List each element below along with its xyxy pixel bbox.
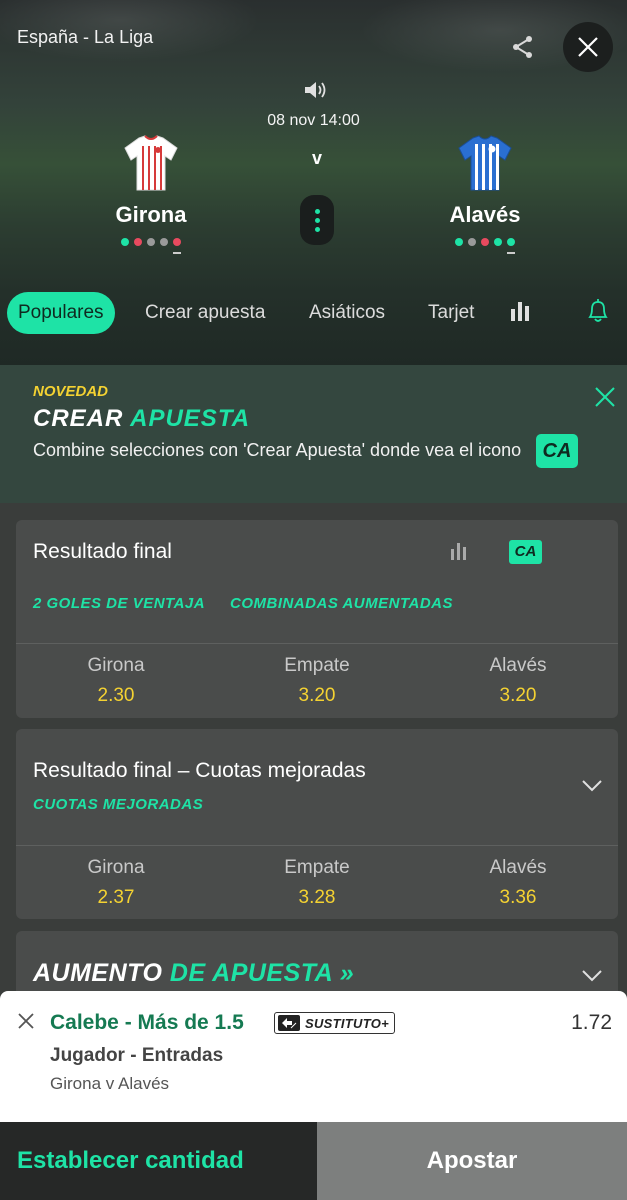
promo-tag: NOVEDAD xyxy=(33,383,109,400)
selection-draw[interactable]: Empate 3.28 xyxy=(217,857,417,909)
home-kit-icon xyxy=(124,135,178,191)
substitute-label: SUSTITUTO+ xyxy=(305,1015,390,1031)
promo-title-part: CREAR xyxy=(33,405,124,432)
selection-home[interactable]: Girona 2.30 xyxy=(16,655,216,707)
tab-populares[interactable]: Populares xyxy=(7,292,115,334)
away-form xyxy=(395,238,575,246)
selection-odds: 3.20 xyxy=(298,685,336,706)
away-team-name: Alavés xyxy=(449,202,521,227)
home-team[interactable]: Girona xyxy=(61,134,241,254)
stats-icon[interactable] xyxy=(510,300,532,322)
selection-draw[interactable]: Empate 3.20 xyxy=(217,655,417,707)
boost-title: AUMENTO DE APUESTA » xyxy=(33,959,354,988)
promo-title: CREAR APUESTA xyxy=(33,405,250,433)
substitute-badge: SUSTITUTO+ xyxy=(274,1012,396,1034)
divider xyxy=(16,845,618,846)
selection-name: Alavés xyxy=(489,655,547,676)
away-kit-icon xyxy=(458,135,512,191)
ca-badge: CA xyxy=(509,540,542,564)
betslip-market: Jugador - Entradas xyxy=(50,1045,224,1066)
close-button[interactable] xyxy=(563,22,613,72)
promo-close-icon[interactable] xyxy=(594,386,616,408)
match-page: España - La Liga 08 nov 14:00 v Girona A… xyxy=(0,0,627,1200)
form-dot xyxy=(134,238,142,246)
tab-tarjetas[interactable]: Tarjet xyxy=(428,292,474,334)
divider xyxy=(16,643,618,644)
form-dot xyxy=(468,238,476,246)
share-icon[interactable] xyxy=(510,34,536,60)
ca-badge: CA xyxy=(536,434,578,468)
form-dot xyxy=(160,238,168,246)
stats-icon[interactable] xyxy=(451,542,469,560)
selection-away[interactable]: Alavés 3.20 xyxy=(418,655,618,707)
away-team[interactable]: Alavés xyxy=(395,134,575,254)
boost-title-part: AUMENTO xyxy=(33,959,163,987)
speaker-icon[interactable] xyxy=(302,78,328,102)
double-chevron-icon: » xyxy=(339,959,355,987)
market-title: Resultado final xyxy=(33,540,172,563)
promo-text: Combine selecciones con 'Crear Apuesta' … xyxy=(33,440,522,460)
selection-odds: 2.30 xyxy=(97,685,135,706)
tab-asiaticos[interactable]: Asiáticos xyxy=(309,292,385,334)
betslip-panel: Calebe - Más de 1.5 SUSTITUTO+ 1.72 Juga… xyxy=(0,991,627,1122)
boost-title-highlight: DE APUESTA xyxy=(169,959,333,987)
selection-odds: 3.20 xyxy=(499,685,537,706)
selection-name: Girona xyxy=(87,857,145,878)
dot xyxy=(314,208,320,214)
form-dot xyxy=(481,238,489,246)
dot xyxy=(314,226,320,232)
market-title: Resultado final – Cuotas mejoradas xyxy=(33,759,366,782)
promo-banner: NOVEDAD CREAR APUESTA Combine seleccione… xyxy=(0,365,627,503)
form-dot xyxy=(494,238,502,246)
betslip-odds: 1.72 xyxy=(571,1011,612,1034)
selection-away[interactable]: Alavés 3.36 xyxy=(418,857,618,909)
selection-odds: 2.37 xyxy=(97,887,135,908)
form-dot xyxy=(147,238,155,246)
selection-home[interactable]: Girona 2.37 xyxy=(16,857,216,909)
market-tag[interactable]: COMBINADAS AUMENTADAS xyxy=(230,595,453,612)
set-stake-button[interactable]: Establecer cantidad xyxy=(0,1122,317,1200)
remove-selection-icon[interactable] xyxy=(17,1012,35,1030)
market-card-enhanced-odds: Resultado final – Cuotas mejoradas CUOTA… xyxy=(16,729,618,919)
swap-icon xyxy=(278,1015,300,1031)
market-tag[interactable]: 2 GOLES DE VENTAJA xyxy=(33,595,205,612)
tab-crear-apuesta[interactable]: Crear apuesta xyxy=(145,292,265,334)
form-dot xyxy=(173,238,181,246)
match-header: España - La Liga 08 nov 14:00 v Girona A… xyxy=(0,0,627,365)
home-form xyxy=(61,238,241,246)
selection-name: Alavés xyxy=(489,857,547,878)
chevron-down-icon[interactable] xyxy=(581,969,603,983)
chevron-down-icon[interactable] xyxy=(581,779,603,793)
place-bet-button[interactable]: Apostar xyxy=(317,1122,627,1200)
promo-title-highlight: APUESTA xyxy=(130,405,251,432)
betslip-footer: Establecer cantidad Apostar xyxy=(0,1122,627,1200)
form-dot xyxy=(121,238,129,246)
selection-odds: 3.28 xyxy=(298,887,336,908)
market-tabs: Populares Crear apuesta Asiáticos Tarjet xyxy=(0,290,627,336)
form-indicator xyxy=(507,252,515,254)
selection-name: Girona xyxy=(87,655,145,676)
betslip-event: Girona v Alavés xyxy=(50,1074,170,1093)
form-indicator xyxy=(173,252,181,254)
market-tag[interactable]: CUOTAS MEJORADAS xyxy=(33,796,203,813)
selection-name: Empate xyxy=(284,655,350,676)
close-icon xyxy=(578,37,598,57)
match-datetime: 08 nov 14:00 xyxy=(267,112,360,129)
selection-odds: 3.36 xyxy=(499,887,537,908)
market-card-final-result: Resultado final CA 2 GOLES DE VENTAJA CO… xyxy=(16,520,618,718)
selection-name: Empate xyxy=(284,857,350,878)
betslip-selection: Calebe - Más de 1.5 xyxy=(50,1011,244,1034)
bell-icon[interactable] xyxy=(586,298,610,324)
league-label: España - La Liga xyxy=(17,27,154,47)
home-team-name: Girona xyxy=(115,202,187,227)
more-options-button[interactable] xyxy=(300,195,334,245)
form-dot xyxy=(455,238,463,246)
form-dot xyxy=(507,238,515,246)
dot xyxy=(314,217,320,223)
